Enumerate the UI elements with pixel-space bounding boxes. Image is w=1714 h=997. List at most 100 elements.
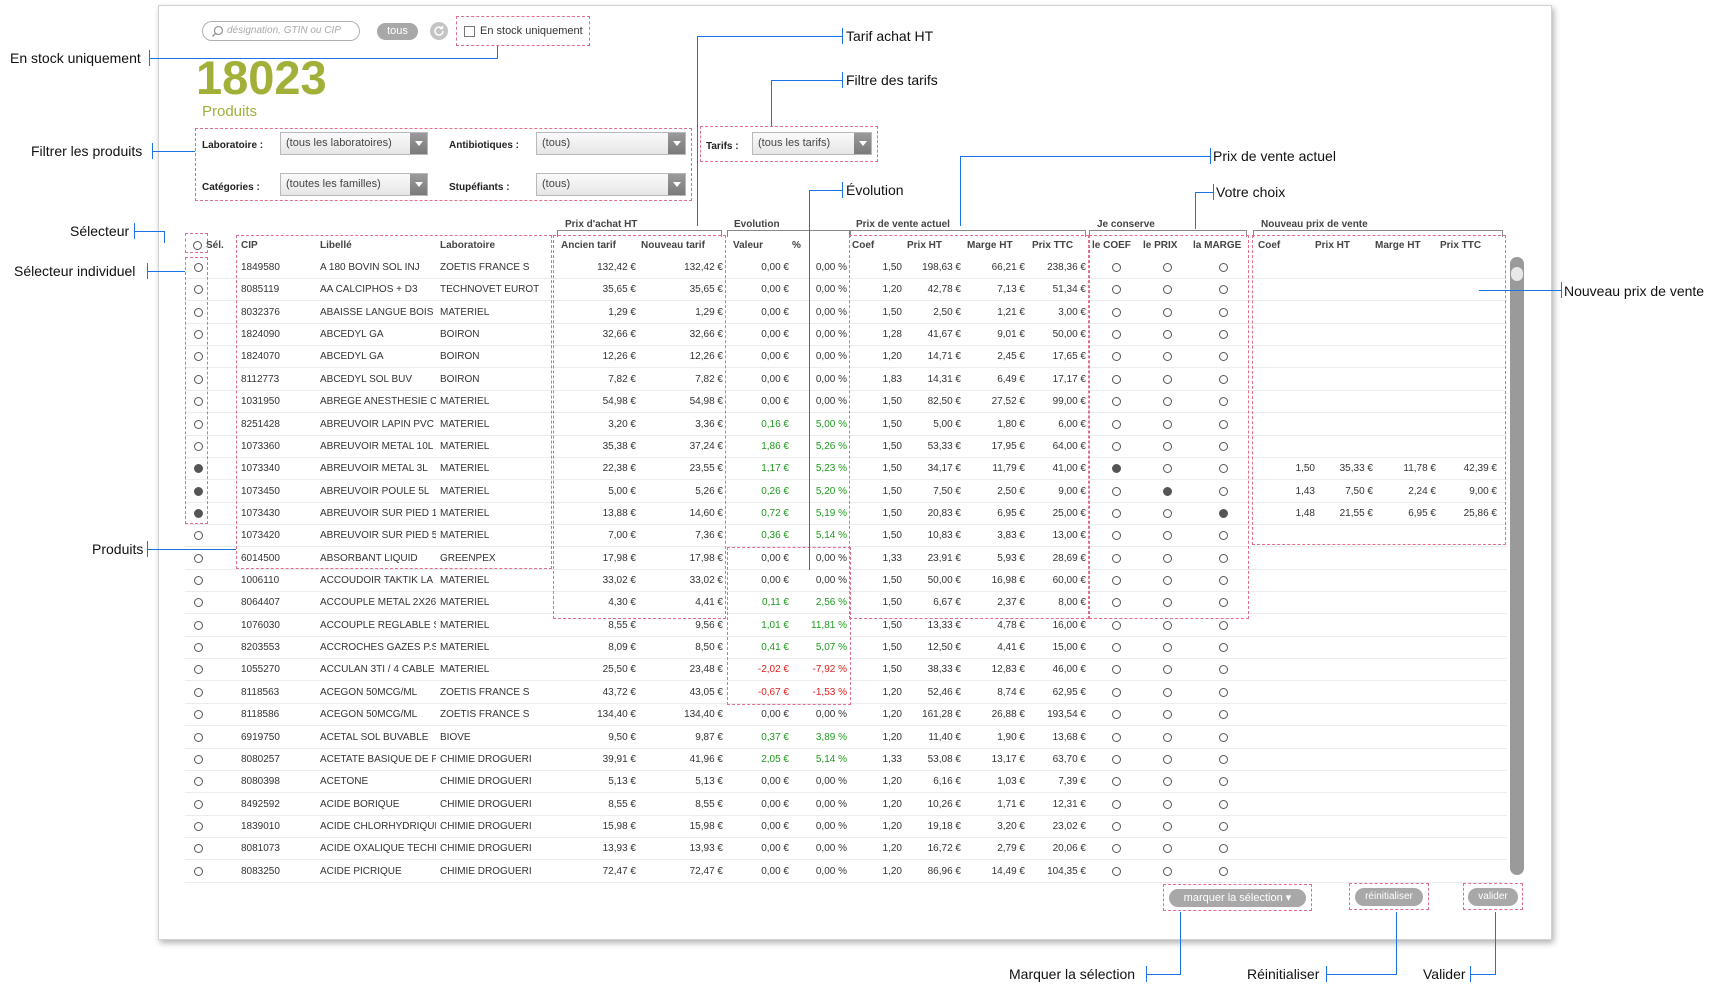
keep-marge-radio[interactable] (1219, 643, 1228, 653)
keep-coef-radio[interactable] (1112, 799, 1121, 809)
row-select-radio[interactable] (194, 799, 203, 809)
caret-down-icon: ▾ (1285, 892, 1292, 904)
keep-marge-radio[interactable] (1219, 754, 1228, 764)
keep-marge-radio[interactable] (1219, 665, 1228, 675)
scrollbar-thumb[interactable] (1511, 267, 1523, 281)
keep-coef-radio[interactable] (1112, 710, 1121, 720)
stupefiants-select[interactable]: (tous) (536, 173, 686, 196)
row-select-radio[interactable] (194, 598, 203, 608)
keep-coef-radio[interactable] (1112, 732, 1121, 742)
keep-marge-radio[interactable] (1219, 732, 1228, 742)
keep-marge-radio[interactable] (1219, 620, 1228, 630)
tous-button[interactable]: tous (377, 23, 418, 40)
keep-prix-radio[interactable] (1163, 777, 1172, 787)
row-select-radio[interactable] (194, 822, 203, 831)
row-select-radio[interactable] (194, 687, 203, 697)
keep-marge-radio[interactable] (1219, 844, 1228, 854)
keep-coef-radio[interactable] (1112, 822, 1121, 831)
table-row[interactable]: 8118586 ACEGON 50MCG/ML ZOETIS FRANCE S 134… (185, 704, 1507, 727)
search-icon (211, 25, 224, 38)
table-row[interactable]: 8080398 ACETONE CHIMIE DROGUERI 5,13 € 5,13 … (185, 771, 1507, 794)
col-pct[interactable]: % (792, 240, 801, 251)
refresh-button[interactable] (430, 22, 448, 40)
keep-coef-radio[interactable] (1112, 643, 1121, 653)
keep-marge-radio[interactable] (1219, 687, 1228, 697)
row-select-radio[interactable] (194, 844, 203, 854)
stock-checkbox[interactable] (464, 26, 475, 37)
cell-pct: 5,23 % (815, 463, 847, 475)
keep-marge-radio[interactable] (1219, 777, 1228, 787)
row-select-radio[interactable] (194, 710, 203, 720)
keep-prix-radio[interactable] (1163, 620, 1172, 630)
table-row[interactable]: 8492592 ACIDE BORIQUE CHIMIE DROGUERI 8,55 … (185, 794, 1507, 816)
row-select-radio[interactable] (194, 754, 203, 764)
keep-coef-radio[interactable] (1112, 687, 1121, 697)
antibiotiques-select[interactable]: (tous) (536, 132, 686, 155)
row-select-radio[interactable] (194, 531, 203, 541)
keep-prix-radio[interactable] (1163, 732, 1172, 742)
tarifs-select[interactable]: (tous les tarifs) (752, 132, 872, 155)
keep-prix-radio[interactable] (1163, 799, 1172, 809)
keep-marge-radio[interactable] (1219, 799, 1228, 809)
col-valeur[interactable]: Valeur (733, 240, 763, 251)
cell-valeur: 0,00 € (761, 776, 789, 788)
cell-prix-ttc: 62,95 € (1052, 686, 1086, 698)
keep-prix-radio[interactable] (1163, 643, 1172, 653)
row-select-radio[interactable] (194, 643, 203, 653)
table-row[interactable]: 1839010 ACIDE CHLORHYDRIQUE CHIMIE DROGUER… (185, 816, 1507, 838)
row-select-radio[interactable] (194, 777, 203, 787)
row-select-radio[interactable] (194, 576, 203, 586)
callout-line (134, 223, 135, 239)
table-scrollbar[interactable] (1510, 257, 1524, 875)
callout-line (147, 263, 148, 279)
cell-valeur: 0,00 € (761, 373, 789, 385)
row-select-radio[interactable] (194, 866, 203, 876)
table-row[interactable]: 8080257 ACETATE BASIQUE DE PL CHIMIE DROGU… (185, 749, 1507, 771)
cell-valeur: 0,00 € (761, 351, 789, 363)
cell-coef: 1,20 (882, 843, 902, 855)
keep-prix-radio[interactable] (1163, 754, 1172, 764)
keep-marge-radio[interactable] (1219, 866, 1228, 876)
cell-cip: 8080257 (241, 753, 280, 765)
cell-valeur: 1,86 € (761, 440, 789, 452)
search-input[interactable]: désignation, GTIN ou CIP (202, 21, 360, 41)
mark-selection-button[interactable]: marquer la sélection ▾ (1169, 889, 1306, 907)
row-select-radio[interactable] (194, 620, 203, 630)
laboratoire-select[interactable]: (tous les laboratoires) (280, 132, 428, 155)
reset-button[interactable]: réinitialiser (1355, 888, 1423, 906)
table-row[interactable]: 8081073 ACIDE OXALIQUE TECHN CHIMIE DROGUE… (185, 838, 1507, 861)
keep-prix-radio[interactable] (1163, 844, 1172, 854)
keep-coef-radio[interactable] (1112, 866, 1121, 876)
callout-line (1180, 912, 1181, 975)
cell-laboratoire: CHIMIE DROGUERI (440, 865, 532, 877)
categories-select[interactable]: (toutes les familles) (280, 173, 428, 196)
keep-marge-radio[interactable] (1219, 710, 1228, 720)
callout-line (164, 231, 165, 243)
validate-button[interactable]: valider (1468, 888, 1518, 906)
keep-coef-radio[interactable] (1112, 844, 1121, 854)
keep-coef-radio[interactable] (1112, 754, 1121, 764)
keep-prix-radio[interactable] (1163, 710, 1172, 720)
callout-line (1470, 966, 1471, 982)
cell-prix-ht: 52,46 € (927, 686, 961, 698)
row-select-radio[interactable] (194, 732, 203, 742)
keep-prix-radio[interactable] (1163, 822, 1172, 831)
table-row[interactable]: 8083250 ACIDE PICRIQUE CHIMIE DROGUERI 72,4… (185, 861, 1507, 883)
table-row[interactable]: 6919750 ACETAL SOL BUVABLE BIOVE 9,50 € 9,87… (185, 727, 1507, 749)
keep-prix-radio[interactable] (1163, 665, 1172, 675)
keep-coef-radio[interactable] (1112, 777, 1121, 787)
cell-ancien-tarif: 8,09 € (608, 642, 636, 654)
cell-pct: 5,20 % (815, 485, 847, 497)
row-select-radio[interactable] (194, 553, 203, 563)
row-select-radio[interactable] (194, 665, 203, 675)
cell-coef: 1,50 (882, 642, 902, 654)
keep-coef-radio[interactable] (1112, 665, 1121, 675)
annotation-filtrer: Filtrer les produits (31, 143, 143, 159)
cell-coef: 1,50 (882, 619, 902, 631)
keep-coef-radio[interactable] (1112, 620, 1121, 630)
keep-choice-highlight (1089, 235, 1249, 619)
keep-marge-radio[interactable] (1219, 822, 1228, 831)
keep-prix-radio[interactable] (1163, 687, 1172, 697)
cell-marge-ht: 14,49 € (991, 865, 1025, 877)
keep-prix-radio[interactable] (1163, 866, 1172, 876)
